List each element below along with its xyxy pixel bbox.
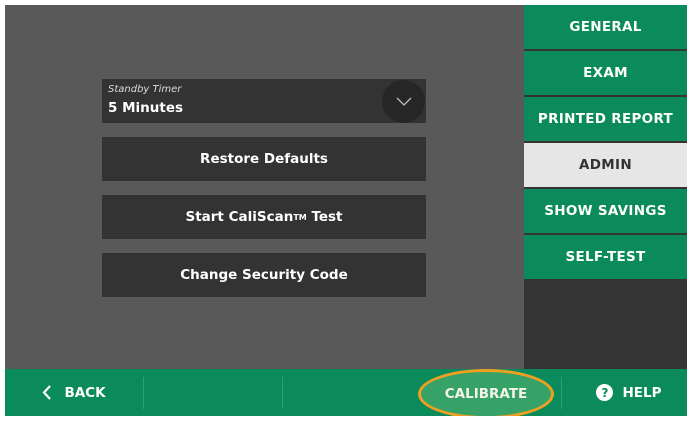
restore-defaults-label: Restore Defaults (200, 151, 328, 167)
bottom-divider (561, 377, 562, 409)
back-label: BACK (64, 384, 106, 401)
standby-timer-label: Standby Timer (108, 84, 182, 95)
caliscan-suffix: Test (311, 209, 343, 225)
tab-exam[interactable]: EXAM (524, 51, 687, 95)
tab-general-label: GENERAL (569, 19, 642, 35)
back-button[interactable]: BACK (5, 369, 143, 416)
tab-show-savings[interactable]: SHOW SAVINGS (524, 189, 687, 233)
start-caliscan-test-button[interactable]: Start CaliScan TM Test (102, 195, 426, 239)
tab-self-test[interactable]: SELF-TEST (524, 235, 687, 279)
standby-timer-dropdown[interactable]: Standby Timer 5 Minutes (102, 79, 426, 123)
settings-sidebar: GENERAL EXAM PRINTED REPORT ADMIN SHOW S… (524, 5, 687, 369)
question-icon: ? (596, 384, 614, 401)
help-button[interactable]: ? HELP (571, 369, 687, 416)
bottom-divider (282, 377, 283, 409)
standby-timer-value: 5 Minutes (108, 100, 184, 116)
bottom-bar: BACK CALIBRATE ? HELP (5, 369, 687, 416)
trademark-mark: TM (293, 212, 307, 222)
chevron-left-icon (42, 385, 52, 400)
tab-printed-report-label: PRINTED REPORT (537, 111, 674, 127)
calibrate-label: CALIBRATE (444, 386, 528, 402)
tab-exam-label: EXAM (583, 65, 628, 81)
bottom-divider (143, 377, 144, 409)
settings-screen: Standby Timer 5 Minutes Restore Defaults… (5, 5, 687, 416)
help-label: HELP (622, 384, 662, 401)
tab-show-savings-label: SHOW SAVINGS (544, 203, 667, 219)
tab-admin-label: ADMIN (579, 157, 632, 173)
calibrate-button[interactable]: CALIBRATE (418, 369, 554, 416)
tab-self-test-label: SELF-TEST (565, 249, 646, 265)
chevron-down-icon[interactable] (382, 80, 425, 123)
main-panel: Standby Timer 5 Minutes Restore Defaults… (5, 5, 524, 369)
restore-defaults-button[interactable]: Restore Defaults (102, 137, 426, 181)
change-security-code-label: Change Security Code (180, 267, 348, 283)
caliscan-prefix: Start CaliScan (185, 209, 294, 225)
tab-general[interactable]: GENERAL (524, 5, 687, 49)
tab-admin[interactable]: ADMIN (524, 143, 687, 187)
change-security-code-button[interactable]: Change Security Code (102, 253, 426, 297)
tab-printed-report[interactable]: PRINTED REPORT (524, 97, 687, 141)
